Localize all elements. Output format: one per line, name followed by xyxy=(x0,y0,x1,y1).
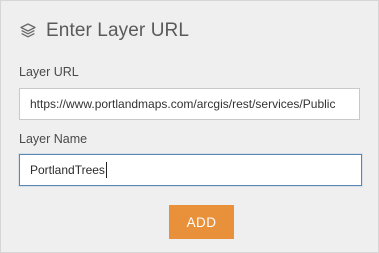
layer-name-input[interactable]: PortlandTrees xyxy=(19,154,362,186)
layers-icon xyxy=(19,22,37,40)
layer-url-input[interactable]: https://www.portlandmaps.com/arcgis/rest… xyxy=(19,88,360,120)
add-button[interactable]: ADD xyxy=(169,205,234,239)
layer-url-value: https://www.portlandmaps.com/arcgis/rest… xyxy=(30,97,336,111)
add-layer-panel: Enter Layer URL Layer URL https://www.po… xyxy=(0,0,379,253)
text-caret xyxy=(105,161,107,178)
layer-name-value: PortlandTrees xyxy=(30,163,105,177)
panel-title: Enter Layer URL xyxy=(46,20,190,41)
layer-url-label: Layer URL xyxy=(19,65,79,79)
panel-header: Enter Layer URL xyxy=(19,18,189,44)
layer-name-label: Layer Name xyxy=(19,132,88,146)
